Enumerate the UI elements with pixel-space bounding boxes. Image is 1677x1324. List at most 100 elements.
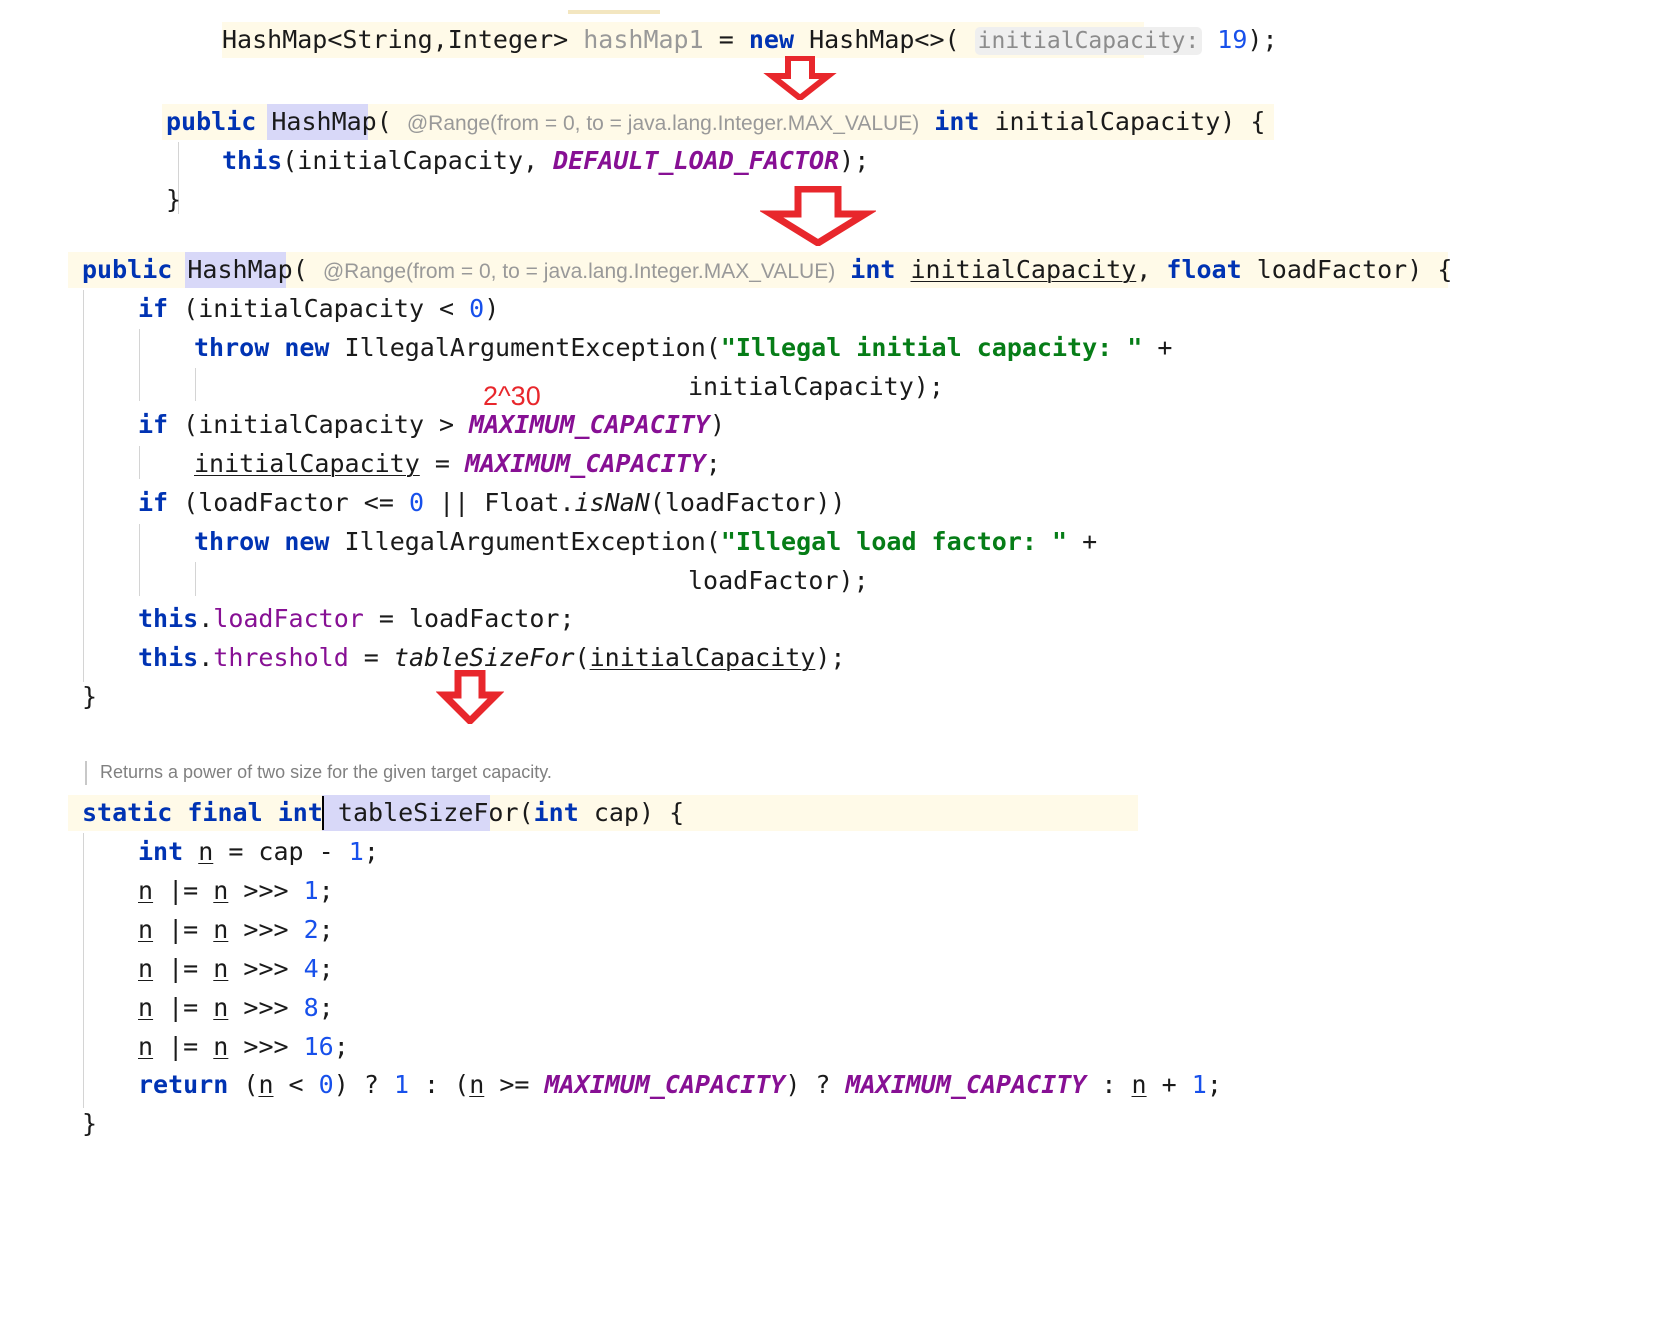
token-var-n: n [138,993,154,1022]
token-this: this [138,604,199,633]
code-line-s4-shift-1[interactable]: n |= n >>> 1; [138,871,334,910]
code-line-s2-this[interactable]: this(initialCapacity, DEFAULT_LOAD_FACTO… [222,141,869,180]
token-lt: < [273,1070,319,1099]
indent-guide [195,368,196,401]
code-line-s4-signature[interactable]: static final int tableSizeFor(int cap) { [82,793,684,832]
token-close: ); [815,643,846,672]
token-literal-19: 19 [1217,25,1248,54]
token-paren: ) [709,410,726,439]
token-var-n: n [138,876,154,905]
token-open: ( [574,643,590,672]
token-public: public [166,107,257,136]
code-line-s4-shift-2[interactable]: n |= n >>> 2; [138,910,334,949]
token-annotation-range: @Range(from = 0, to = java.lang.Integer.… [406,112,920,135]
token-int: int [934,107,980,136]
token-new: new [284,333,330,362]
code-line-s2-signature[interactable]: public HashMap( @Range(from = 0, to = ja… [166,102,1265,143]
code-line-s3-loadfactor-arg[interactable]: loadFactor); [688,561,869,600]
token-semi: ; [363,837,379,866]
token-cond: (loadFactor <= [183,488,409,517]
token-variable-hashmap1: hashMap1 [583,25,704,54]
code-line-s2-close-brace[interactable]: } [166,180,181,219]
token-call-tablesizefor: tableSizeFor [393,643,575,672]
token-shift: >>> [228,915,304,944]
indent-guide [139,329,140,401]
code-line-s3-if-loadfactor[interactable]: if (loadFactor <= 0 || Float.isNaN(loadF… [138,483,845,522]
token-int: int [850,255,896,284]
code-line-s3-throw-capacity[interactable]: throw new IllegalArgumentException("Ille… [194,328,1172,367]
code-line-s3-throw-loadfactor[interactable]: throw new IllegalArgumentException("Ille… [194,522,1097,561]
code-line-s4-close-brace[interactable]: } [82,1104,97,1143]
token-q2: ) ? [785,1070,846,1099]
token-final: final [187,798,263,827]
code-line-s4-return[interactable]: return (n < 0) ? 1 : (n >= MAXIMUM_CAPAC… [138,1065,1222,1104]
token-var-n2: n [469,1070,485,1099]
token-one-2: 1 [1191,1070,1207,1099]
token-shift: >>> [228,993,304,1022]
inlay-hint-initialcapacity: initialCapacity: [974,27,1203,55]
code-line-s4-shift-8[interactable]: n |= n >>> 8; [138,988,334,1027]
token-args: (loadFactor)) [649,488,846,517]
token-shift: >>> [228,876,304,905]
token-float: float [1166,255,1242,284]
token-var-n2: n [213,1032,229,1061]
code-line-s3-capacity-arg[interactable]: initialCapacity); [688,367,944,406]
token-colon2: : [1086,1070,1132,1099]
token-paren: ) [484,294,500,323]
token-if: if [138,294,169,323]
token-maximum-capacity: MAXIMUM_CAPACITY [464,449,706,478]
token-static: static [82,798,173,827]
down-arrow-icon-2 [760,186,876,246]
token-ge: >= [484,1070,545,1099]
token-semi: ; [1206,1070,1222,1099]
token-cond: (initialCapacity > [183,410,470,439]
code-line-s3-if-capacity-negative[interactable]: if (initialCapacity < 0) [138,289,499,328]
token-int: int [138,837,184,866]
token-maximum-capacity-2: MAXIMUM_CAPACITY [845,1070,1087,1099]
code-line-usage[interactable]: HashMap<String,Integer> hashMap1 = new H… [222,20,1278,61]
token-shift-amount: 1 [303,876,319,905]
token-var-n2: n [213,993,229,1022]
code-line-s3-close-brace[interactable]: } [82,677,97,716]
token-plus: + [1142,333,1173,362]
token-var-n: n [258,1070,274,1099]
token-maximum-capacity: MAXIMUM_CAPACITY [469,410,710,439]
token-exception: IllegalArgumentException( [344,333,721,362]
token-hashmap: HashMap( [271,107,392,136]
code-line-s3-if-capacity-max[interactable]: if (initialCapacity > MAXIMUM_CAPACITY) [138,405,725,444]
token-string-illegal-capacity: "Illegal initial capacity: " [720,333,1143,362]
code-line-s4-shift-4[interactable]: n |= n >>> 4; [138,949,334,988]
token-one: 1 [348,837,364,866]
code-line-s3-assign-loadfactor[interactable]: this.loadFactor = loadFactor; [138,599,575,638]
token-op: |= [153,876,214,905]
code-editor-canvas: HashMap<String,Integer> hashMap1 = new H… [0,0,1677,1324]
code-line-s4-int-n[interactable]: int n = cap - 1; [138,832,379,871]
token-new: new [748,25,795,54]
token-plus: + [1146,1070,1192,1099]
token-throw: throw [194,527,270,556]
token-var-n2: n [213,915,229,944]
token-var-n2: n [213,954,229,983]
token-rest: = cap - [213,837,349,866]
token-colon: : ( [409,1070,470,1099]
javadoc-fold-bar [85,761,87,785]
token-method-tablesizefor: tableSizeFor( [337,798,534,827]
token-op: |= [153,1032,214,1061]
token-op: |= [153,993,214,1022]
token-end: ); [839,146,870,175]
token-shift-amount: 16 [303,1032,334,1061]
down-arrow-icon-3 [436,670,504,724]
token-public: public [82,255,173,284]
token-rest: = loadFactor; [363,604,575,633]
token-zero: 0 [408,488,425,517]
indent-guide [139,446,140,479]
token-shift-amount: 4 [303,954,319,983]
code-line-s4-shift-16[interactable]: n |= n >>> 16; [138,1027,349,1066]
token-eq: = [348,643,394,672]
indent-guide [83,290,84,682]
code-line-s3-signature[interactable]: public HashMap( @Range(from = 0, to = ja… [82,250,1452,291]
token-isnan: isNaN [574,488,650,517]
token-plus: + [1067,527,1098,556]
code-line-s3-assign-max[interactable]: initialCapacity = MAXIMUM_CAPACITY; [194,444,721,483]
token-param-loadfactor: loadFactor) { [1256,255,1453,284]
